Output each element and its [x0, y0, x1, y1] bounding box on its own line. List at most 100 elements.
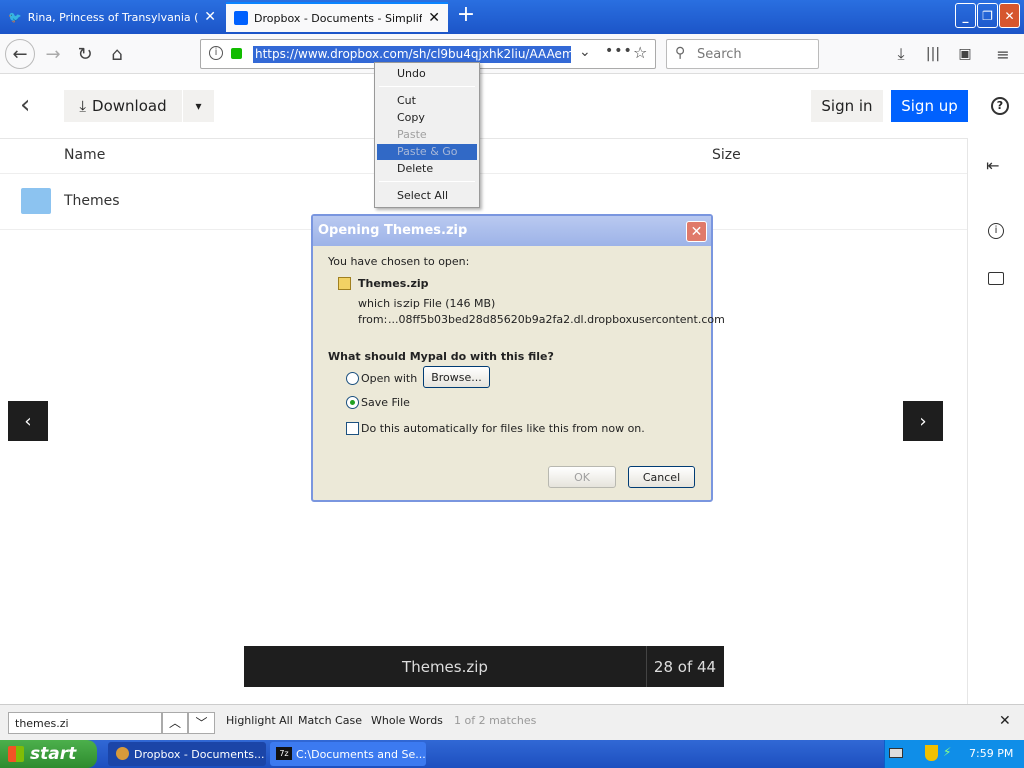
start-label: start [30, 744, 77, 764]
menu-item-paste-go[interactable]: Paste & Go [377, 144, 477, 160]
home-button[interactable]: ⌂ [102, 39, 132, 69]
save-file-label[interactable]: Save File [361, 396, 410, 409]
download-label: Download [92, 97, 167, 115]
tab-label: Dropbox - Documents - Simplify yo [254, 11, 423, 25]
zip-file-icon [338, 277, 351, 290]
taskbar-item-label: Dropbox - Documents... [134, 747, 265, 761]
column-header-size[interactable]: Size [712, 147, 741, 163]
taskbar-item-7zip[interactable]: 7z C:\Documents and Se... [270, 742, 426, 766]
info-icon[interactable]: i [988, 223, 1004, 239]
tab-label: Rina, Princess of Transylvania (@c [27, 10, 199, 24]
dialog-title: Opening Themes.zip [313, 216, 711, 246]
column-header-name[interactable]: Name [64, 147, 105, 163]
find-input[interactable]: themes.zi [8, 712, 162, 734]
highlight-all-button[interactable]: Highlight All [226, 714, 293, 727]
clock[interactable]: 7:59 PM [969, 747, 1013, 760]
save-file-radio[interactable] [346, 396, 359, 409]
tab-dropbox[interactable]: Dropbox - Documents - Simplify yo ✕ [226, 2, 448, 32]
auto-label[interactable]: Do this automatically for files like thi… [361, 422, 645, 435]
nav-bar: ← → ↻ ⌂ i https://www.dropbox.com/sh/cl9… [0, 34, 1024, 74]
keyboard-icon[interactable] [889, 748, 903, 758]
side-panel-divider [967, 138, 968, 704]
search-input[interactable]: ⚲ Search [666, 39, 819, 69]
taskbar-item-dropbox[interactable]: Dropbox - Documents... [108, 742, 266, 766]
caption-count: 28 of 44 [653, 658, 717, 676]
menu-item-copy[interactable]: Copy [377, 110, 477, 126]
auto-checkbox[interactable] [346, 422, 359, 435]
open-with-label[interactable]: Open with [361, 372, 417, 385]
cancel-button[interactable]: Cancel [628, 466, 695, 488]
menu-item-select-all[interactable]: Select All [377, 188, 477, 204]
menu-icon[interactable]: ≡ [988, 39, 1018, 69]
help-icon[interactable]: ? [991, 97, 1009, 115]
system-tray: ⚡ 7:59 PM [884, 740, 1024, 768]
find-matches-status: 1 of 2 matches [454, 714, 537, 727]
taskbar-item-label: C:\Documents and Se... [296, 747, 426, 761]
find-previous-icon[interactable]: ︿ [162, 712, 188, 734]
tab-bar: 🐦 Rina, Princess of Transylvania (@c ✕ D… [0, 0, 1024, 34]
folder-name: Themes [64, 193, 120, 209]
whole-words-button[interactable]: Whole Words [371, 714, 443, 727]
next-arrow-icon[interactable]: › [903, 401, 943, 441]
security-shield-icon[interactable] [925, 745, 938, 761]
dialog-question: What should Mypal do with this file? [328, 350, 554, 363]
close-window-button[interactable]: ✕ [999, 3, 1020, 28]
more-actions-icon[interactable]: ••• [605, 43, 633, 59]
find-next-icon[interactable]: ﹀ [188, 712, 215, 734]
open-with-radio[interactable] [346, 372, 359, 385]
file-name: Themes.zip [358, 277, 429, 290]
dialog-intro: You have chosen to open: [328, 255, 470, 268]
from-value: ...08ff5b03bed28d85620b9a2fa2.dl.dropbox… [388, 313, 725, 326]
browse-button[interactable]: Browse... [423, 366, 490, 388]
tab-close-icon[interactable]: ✕ [204, 9, 216, 25]
sign-up-button[interactable]: Sign up [891, 90, 968, 122]
ok-button[interactable]: OK [548, 466, 616, 488]
restore-button[interactable]: ❐ [977, 3, 998, 28]
match-case-button[interactable]: Match Case [298, 714, 362, 727]
comment-icon[interactable] [988, 272, 1004, 285]
library-icon[interactable]: ||| [918, 39, 948, 69]
back-chevron-icon[interactable]: ‹ [20, 92, 44, 120]
lock-icon [231, 48, 242, 59]
windows-logo-icon [8, 746, 24, 762]
minimize-button[interactable]: _ [955, 3, 976, 28]
dialog-close-button[interactable]: ✕ [686, 221, 707, 242]
url-text[interactable]: https://www.dropbox.com/sh/cl9bu4qjxhk2l… [253, 46, 571, 63]
from-label: from: [358, 313, 388, 326]
sidebar-icon[interactable]: ▣ [950, 39, 980, 69]
start-button[interactable]: start [0, 740, 97, 768]
download-options-button[interactable]: ▾ [183, 90, 214, 122]
search-icon: ⚲ [675, 45, 686, 61]
download-icon[interactable]: ⤓ [886, 39, 916, 69]
back-button[interactable]: ← [5, 39, 35, 69]
info-icon[interactable]: i [209, 46, 223, 60]
sign-in-button[interactable]: Sign in [811, 90, 883, 122]
close-find-bar-icon[interactable]: ✕ [999, 713, 1011, 729]
bookmark-star-icon[interactable]: ☆ [633, 43, 647, 62]
menu-item-delete[interactable]: Delete [377, 161, 477, 177]
tab-twitter[interactable]: 🐦 Rina, Princess of Transylvania (@c ✕ [0, 2, 224, 32]
collapse-panel-icon[interactable]: ⇤ [986, 156, 999, 175]
tab-close-icon[interactable]: ✕ [428, 10, 440, 26]
new-tab-button[interactable]: + [454, 4, 478, 28]
menu-item-cut[interactable]: Cut [377, 93, 477, 109]
chevron-down-icon: ▾ [195, 99, 202, 113]
menu-separator [379, 181, 475, 182]
folder-icon [21, 188, 51, 214]
dropbox-icon [234, 11, 248, 25]
forward-button[interactable]: → [38, 39, 68, 69]
network-icon[interactable]: ⚡ [943, 745, 957, 761]
search-placeholder: Search [697, 46, 742, 62]
caption-filename: Themes.zip [402, 658, 488, 676]
menu-separator [379, 86, 475, 87]
previous-arrow-icon[interactable]: ‹ [8, 401, 48, 441]
chevron-down-icon[interactable]: ⌄ [579, 44, 591, 60]
menu-item-undo[interactable]: Undo [377, 66, 477, 82]
download-button[interactable]: ⤓ Download [64, 90, 182, 122]
download-icon: ⤓ [79, 97, 87, 115]
preview-caption: Themes.zip 28 of 44 [244, 646, 724, 687]
twitter-icon: 🐦 [8, 10, 22, 24]
menu-item-paste[interactable]: Paste [377, 127, 477, 143]
find-bar: themes.zi ︿ ﹀ Highlight All Match Case W… [0, 704, 1024, 740]
reload-button[interactable]: ↻ [70, 39, 100, 69]
